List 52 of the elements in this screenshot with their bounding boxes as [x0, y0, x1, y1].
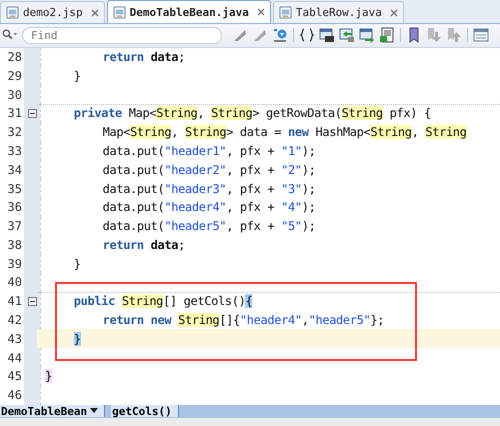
code-line: data.put("header2", pfx + "2");	[102, 162, 316, 177]
code-line: return data;	[102, 50, 185, 64]
line-number: 36	[6, 200, 23, 214]
code-line: Map<String, String> data = new HashMap<String, String	[102, 125, 467, 140]
line-number: 37	[6, 219, 23, 234]
close-icon[interactable]	[390, 8, 398, 17]
window-icon[interactable]	[319, 27, 335, 44]
line-number: 40	[6, 275, 23, 290]
editor-tab[interactable]: TableRow.java	[272, 1, 404, 24]
code-line: }	[72, 256, 81, 271]
line-number: 46	[6, 388, 23, 402]
code-line: private Map<String, String> getRowData(String pfx) {	[72, 106, 431, 120]
line-number: 32	[6, 125, 23, 140]
collapse-icon[interactable]	[28, 108, 36, 118]
editor-tab[interactable]: DemoTableBean.java	[106, 0, 271, 24]
code-line: return new String[]{"header4","header5"};	[102, 313, 384, 328]
breadcrumb-item[interactable]: DemoTableBean	[0, 405, 106, 418]
line-number: 39	[6, 256, 23, 271]
file-icon	[6, 6, 19, 20]
download-icon[interactable]	[272, 27, 288, 44]
line-number: 44	[6, 350, 23, 365]
editor-tab[interactable]: demo2.jsp	[0, 1, 105, 24]
code-line: return data;	[102, 238, 185, 252]
code-line: }	[72, 68, 81, 83]
code-line: data.put("header4", pfx + "4");	[102, 200, 316, 214]
close-icon[interactable]	[256, 8, 265, 16]
breadcrumb-item[interactable]: getCols()	[111, 405, 179, 418]
line-number: 41	[6, 294, 23, 308]
line-number: 45	[6, 369, 23, 384]
line-number: 35	[6, 182, 23, 196]
code-line: public String[] getCols(){	[72, 294, 252, 308]
collapse-icon[interactable]	[28, 296, 36, 306]
find-field[interactable]: Find	[22, 26, 222, 44]
close-icon[interactable]	[90, 8, 99, 17]
file-icon	[278, 6, 292, 20]
file-icon	[112, 6, 126, 19]
code-line: data.put("header1", pfx + "1");	[102, 144, 316, 158]
code-line: data.put("header3", pfx + "3");	[102, 182, 316, 196]
document-icon[interactable]	[379, 27, 395, 44]
line-number: 42	[6, 313, 23, 328]
panel-icon[interactable]	[473, 27, 489, 44]
line-number: 28	[6, 50, 23, 64]
line-number: 29	[6, 68, 23, 83]
line-number: 30	[6, 88, 23, 102]
line-number: 31	[6, 106, 23, 120]
code-line: data.put("header5", pfx + "5");	[102, 219, 316, 234]
line-number: 34	[6, 162, 23, 177]
line-number: 43	[6, 332, 23, 346]
caret-icon[interactable]	[90, 408, 98, 414]
line-number: 33	[6, 144, 23, 158]
braces-icon[interactable]	[299, 27, 315, 44]
line-number: 38	[6, 238, 23, 252]
